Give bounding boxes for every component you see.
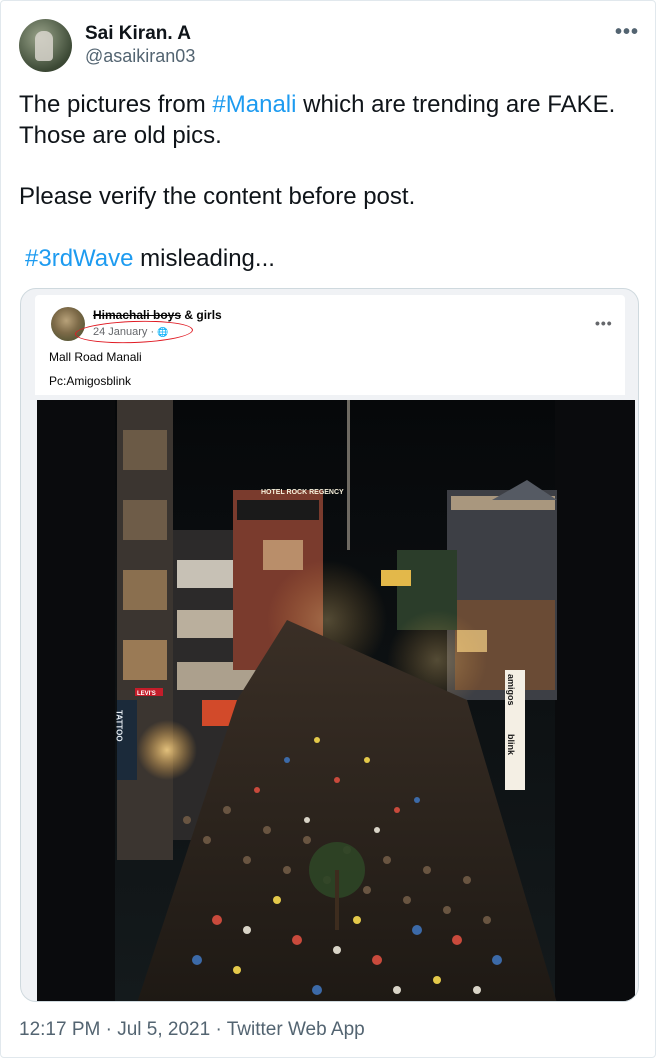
tweet-text-paragraph-3: #3rdWave misleading... xyxy=(25,243,645,274)
amigos-sign-text: amigos xyxy=(506,674,516,706)
tweet-timestamp-footer[interactable]: 12:17 PM · Jul 5, 2021 · Twitter Web App xyxy=(19,1019,365,1041)
hashtag-3rdwave-link[interactable]: #3rdWave xyxy=(25,245,134,272)
facebook-page-name: Himachali boys & girls xyxy=(93,308,222,322)
red-annotation-circle xyxy=(74,318,194,346)
crowd-photo-illustration: HOTEL ROCK REGENCY TATTOO amigos blink L… xyxy=(37,400,635,1001)
blink-sign-text: blink xyxy=(506,734,516,756)
levis-sign-text: LEVI'S xyxy=(137,691,156,697)
attached-image[interactable]: Himachali boys & girls 24 January · 🌐 ••… xyxy=(20,288,639,1002)
facebook-post-screenshot: Himachali boys & girls 24 January · 🌐 ••… xyxy=(35,295,625,395)
tweet-text-segment: The pictures from xyxy=(19,91,213,118)
author-handle[interactable]: @asaikiran03 xyxy=(85,46,195,67)
tattoo-sign-text: TATTOO xyxy=(115,710,124,742)
author-display-name[interactable]: Sai Kiran. A xyxy=(85,23,191,45)
facebook-caption-line-2: Pc:Amigosblink xyxy=(49,374,132,388)
facebook-caption-line-1: Mall Road Manali xyxy=(49,350,142,364)
facebook-page-name-rest: & girls xyxy=(181,308,222,322)
more-options-icon[interactable]: ••• xyxy=(613,22,641,47)
hotel-sign-text: HOTEL ROCK REGENCY xyxy=(261,489,344,496)
tweet-text-paragraph-2: Please verify the content before post. xyxy=(19,183,416,210)
tweet-card: Sai Kiran. A @asaikiran03 ••• The pictur… xyxy=(0,0,656,1058)
hashtag-manali-link[interactable]: #Manali xyxy=(212,91,296,118)
facebook-more-icon: ••• xyxy=(595,315,613,331)
tweet-text-segment: misleading... xyxy=(133,245,275,272)
author-avatar[interactable] xyxy=(19,19,72,72)
tweet-text-paragraph-1: The pictures from #Manali which are tren… xyxy=(19,89,639,151)
crowd-street-photo: HOTEL ROCK REGENCY TATTOO amigos blink L… xyxy=(37,400,635,1001)
